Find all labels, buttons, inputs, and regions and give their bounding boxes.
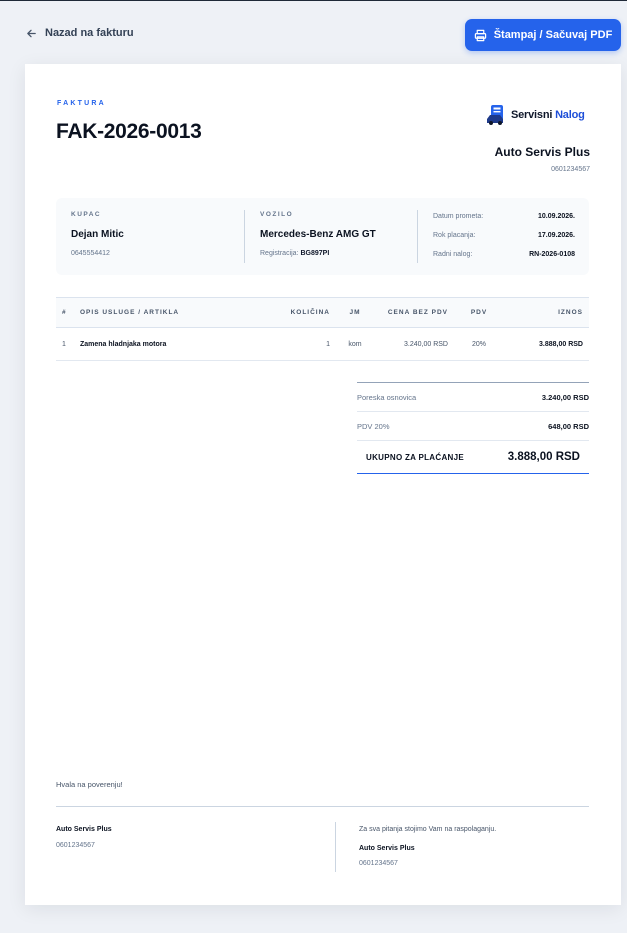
row-price: 3.240,00 RSD (374, 327, 454, 361)
arrow-left-icon (27, 29, 36, 37)
company-name: Auto Servis Plus (494, 145, 590, 159)
due-date-label: Rok placanja: (433, 232, 476, 239)
table-row: 1 Zamena hladnjaka motora 1 kom 3.240,00… (56, 327, 589, 361)
due-date-row: Rok placanja: 17.09.2026. (433, 232, 575, 239)
totals-section: Poreska osnovica 3.240,00 RSD PDV 20% 648,… (357, 382, 589, 474)
invoice-info-box: KUPAC Dejan Mitic 0645554412 VOZILO Merc… (56, 198, 589, 275)
grand-total-label: UKUPNO ZA PLAĆANJE (366, 452, 464, 462)
header-index: # (56, 297, 74, 328)
invoice-paper: FAKTURA FAK-2026-0013 Servisni Nalog Aut… (25, 64, 621, 905)
document-type-label: FAKTURA (57, 100, 106, 107)
service-date-label: Datum prometa: (433, 213, 484, 220)
footer-company-phone: 0601234567 (56, 842, 95, 849)
row-index: 1 (56, 327, 74, 361)
work-order-label: Radni nalog: (433, 251, 473, 258)
car-logo-icon (487, 105, 503, 125)
vat-label: PDV 20% (357, 421, 390, 431)
top-bar: Nazad na fakturu Štampaj / Sačuvaj PDF (0, 1, 627, 63)
tax-base-label: Poreska osnovica (357, 392, 417, 402)
print-pdf-label: Štampaj / Sačuvaj PDF (493, 29, 613, 41)
tax-base-value: 3.240,00 RSD (541, 392, 589, 402)
customer-name: Dejan Mitic (71, 229, 124, 240)
logo-text: Servisni Nalog (511, 109, 585, 121)
row-description: Zamena hladnjaka motora (74, 327, 259, 361)
print-pdf-button[interactable]: Štampaj / Sačuvaj PDF (465, 19, 621, 51)
row-amount: 3.888,00 RSD (504, 327, 589, 361)
work-order-value: RN-2026-0108 (529, 251, 575, 258)
vehicle-registration: Registracija: BG897PI (260, 250, 329, 257)
footer-contact-note: Za sva pitanja stojimo Vam na raspolagan… (359, 826, 497, 833)
header-amount: IZNOS (504, 297, 589, 328)
customer-section: KUPAC Dejan Mitic 0645554412 (71, 198, 241, 275)
footer-divider (56, 806, 589, 807)
vehicle-section: VOZILO Mercedes-Benz AMG GT Registracija… (244, 210, 414, 263)
printer-icon (474, 29, 486, 41)
row-vat: 20% (454, 327, 504, 361)
grand-total-row: UKUPNO ZA PLAĆANJE 3.888,00 RSD (357, 440, 589, 474)
header-unit: JM (336, 297, 374, 328)
brand-logo: Servisni Nalog (485, 104, 585, 126)
vat-row: PDV 20% 648,00 RSD (357, 411, 589, 440)
items-table: # OPIS USLUGE / ARTIKLA KOLIČINA JM CENA… (56, 297, 589, 361)
header-price: CENA BEZ PDV (374, 297, 454, 328)
registration-label: Registracija: (260, 250, 299, 257)
invoice-number: FAK-2026-0013 (56, 120, 202, 143)
table-header-row: # OPIS USLUGE / ARTIKLA KOLIČINA JM CENA… (56, 297, 589, 328)
back-link-label: Nazad na fakturu (45, 27, 134, 39)
logo-word-2: Nalog (555, 109, 585, 121)
header-vat: PDV (454, 297, 504, 328)
footer-company-name: Auto Servis Plus (56, 826, 112, 833)
logo-word-1: Servisni (511, 109, 553, 121)
footer-contact-name: Auto Servis Plus (359, 845, 415, 852)
thank-you-note: Hvala na poverenju! (56, 780, 123, 789)
vehicle-model: Mercedes-Benz AMG GT (260, 229, 376, 240)
customer-phone: 0645554412 (71, 250, 110, 257)
vat-value: 648,00 RSD (548, 421, 589, 431)
footer-contact-phone: 0601234567 (359, 860, 398, 867)
work-order-row: Radni nalog: RN-2026-0108 (433, 251, 575, 258)
grand-total-value: 3.888,00 RSD (507, 451, 580, 463)
registration-value: BG897PI (300, 250, 330, 257)
dates-section: Datum prometa: 10.09.2026. Rok placanja: 1… (417, 210, 577, 263)
service-date-row: Datum prometa: 10.09.2026. (433, 213, 575, 220)
company-phone: 0601234567 (551, 166, 590, 173)
row-unit: kom (336, 327, 374, 361)
service-date-value: 10.09.2026. (538, 213, 575, 220)
customer-label: KUPAC (71, 211, 102, 218)
tax-base-row: Poreska osnovica 3.240,00 RSD (357, 382, 589, 411)
footer-vertical-divider (335, 822, 336, 872)
due-date-value: 17.09.2026. (538, 232, 575, 239)
header-quantity: KOLIČINA (259, 297, 336, 328)
row-quantity: 1 (259, 327, 336, 361)
header-description: OPIS USLUGE / ARTIKLA (74, 297, 259, 328)
vehicle-label: VOZILO (260, 211, 294, 218)
back-link[interactable]: Nazad na fakturu (26, 27, 134, 39)
